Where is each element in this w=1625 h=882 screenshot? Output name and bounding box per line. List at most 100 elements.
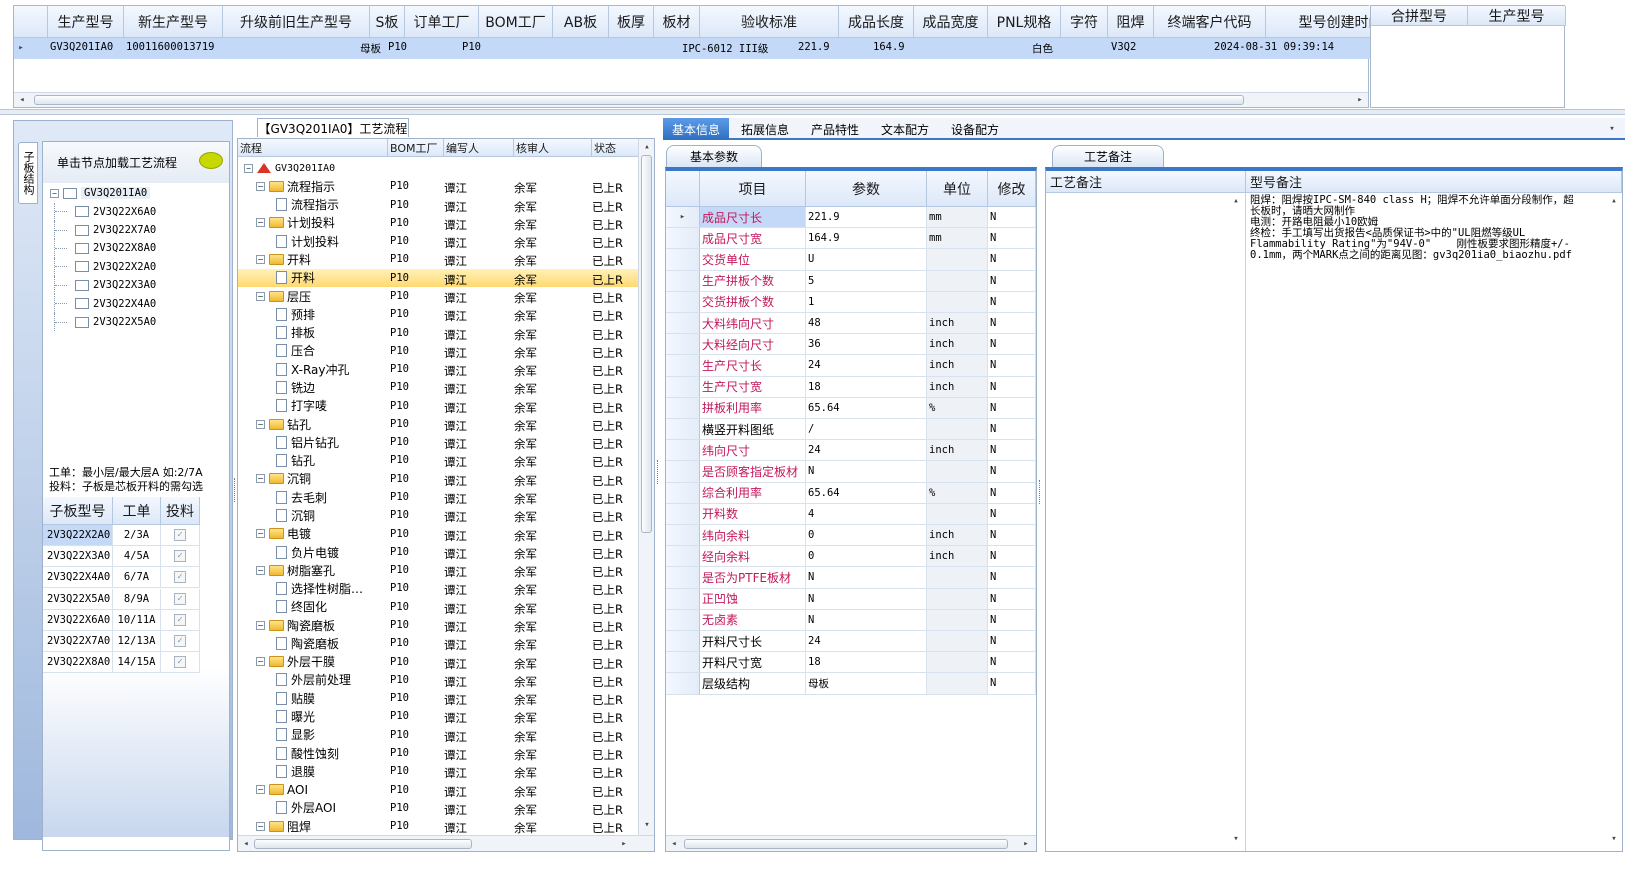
process-name-cell[interactable]: 贴膜 xyxy=(238,689,388,707)
process-reviewer[interactable]: 余军 xyxy=(514,308,537,324)
process-reviewer[interactable]: 余军 xyxy=(514,692,537,708)
process-row[interactable]: 钻孔 P10 谭江 余军 已上R xyxy=(238,451,638,469)
process-row[interactable]: 退膜 P10 谭江 余军 已上R xyxy=(238,762,638,780)
top-col-14[interactable]: 阻焊 xyxy=(1108,6,1154,38)
param-row[interactable]: 开料尺寸宽 18 N xyxy=(666,652,1036,674)
process-status[interactable]: 已上R xyxy=(592,345,638,361)
top-grid-row[interactable]: ▸ GV3Q201IA0 10011600013719 母板 P10 P10 I… xyxy=(14,38,1370,59)
process-vscroll[interactable]: ▴ ▾ xyxy=(638,139,654,835)
param-modify[interactable]: N xyxy=(988,291,1036,313)
process-row[interactable]: 打字唛 P10 谭江 余军 已上R xyxy=(238,397,638,415)
param-value[interactable]: 24 xyxy=(806,631,927,653)
process-row[interactable]: − 树脂塞孔 P10 谭江 余军 已上R xyxy=(238,561,638,579)
tree-child-node[interactable]: 2V3Q22X3A0 xyxy=(54,276,228,295)
process-writer[interactable]: 谭江 xyxy=(444,253,467,269)
process-status[interactable]: 已上R xyxy=(592,217,638,233)
collapse-icon[interactable]: − xyxy=(256,218,265,228)
feed-checkbox[interactable]: ✓ xyxy=(174,613,186,626)
basic-hscroll[interactable]: ◂ ▸ xyxy=(666,835,1036,851)
process-writer[interactable]: 谭江 xyxy=(444,637,467,653)
process-writer[interactable]: 谭江 xyxy=(444,436,467,452)
param-row[interactable]: 生产尺寸宽 18 inch N xyxy=(666,376,1036,398)
process-row[interactable]: − 计划投料 P10 谭江 余军 已上R xyxy=(238,214,638,232)
process-factory[interactable]: P10 xyxy=(390,400,409,412)
tab-product-features[interactable]: 产品特性 xyxy=(800,118,870,140)
process-reviewer[interactable]: 余军 xyxy=(514,528,537,544)
tab-text-recipe[interactable]: 文本配方 xyxy=(870,118,940,140)
process-writer[interactable]: 谭江 xyxy=(444,345,467,361)
process-writer[interactable]: 谭江 xyxy=(444,747,467,763)
tree-root-node[interactable]: − GV3Q201IA0 xyxy=(50,184,228,203)
process-row[interactable]: 排板 P10 谭江 余军 已上R xyxy=(238,324,638,342)
process-row[interactable]: − 外层干膜 P10 谭江 余军 已上R xyxy=(238,653,638,671)
param-row[interactable]: 大料经向尺寸 36 inch N xyxy=(666,334,1036,356)
process-status[interactable]: 已上R xyxy=(592,436,638,452)
process-status[interactable]: 已上R xyxy=(592,546,638,562)
sub-row[interactable]: 2V3Q22X5A0 8/9A ✓ xyxy=(43,588,200,610)
param-modify[interactable]: N xyxy=(988,313,1036,335)
process-name-cell[interactable]: 退膜 xyxy=(238,762,388,780)
tab-basic-info[interactable]: 基本信息 xyxy=(663,118,729,140)
process-name-cell[interactable]: 沉铜 xyxy=(238,506,388,524)
col-unit[interactable]: 单位 xyxy=(927,171,988,207)
top-col-10[interactable]: 成品长度 xyxy=(839,6,914,38)
top-col-12[interactable]: PNL规格 xyxy=(988,6,1061,38)
process-writer[interactable]: 谭江 xyxy=(444,217,467,233)
process-name-cell[interactable]: − 阻焊 xyxy=(238,817,388,835)
top-col-8[interactable]: 板材 xyxy=(654,6,700,38)
top-col-13[interactable]: 字符 xyxy=(1061,6,1108,38)
param-modify[interactable]: N xyxy=(988,588,1036,610)
right-splitter[interactable] xyxy=(1039,480,1043,504)
sub-row[interactable]: 2V3Q22X2A0 2/3A ✓ xyxy=(43,525,200,546)
param-item[interactable]: 开料数 xyxy=(700,503,806,525)
process-writer[interactable]: 谭江 xyxy=(444,674,467,690)
process-status[interactable]: 已上R xyxy=(592,582,638,598)
param-unit[interactable] xyxy=(927,567,988,589)
process-writer[interactable]: 谭江 xyxy=(444,327,467,343)
param-modify[interactable]: N xyxy=(988,376,1036,398)
process-row[interactable]: 外层AOI P10 谭江 余军 已上R xyxy=(238,799,638,817)
top-col-7[interactable]: 板厚 xyxy=(609,6,654,38)
process-name-cell[interactable]: 曝光 xyxy=(238,707,388,725)
process-status[interactable]: 已上R xyxy=(592,729,638,745)
tree-child-node[interactable]: 2V3Q22X8A0 xyxy=(54,239,228,258)
process-factory[interactable]: P10 xyxy=(390,528,409,540)
process-row[interactable]: 预排 P10 谭江 余军 已上R xyxy=(238,305,638,323)
process-factory[interactable]: P10 xyxy=(390,473,409,485)
tree-child-node[interactable]: 2V3Q22X6A0 xyxy=(54,202,228,221)
process-name-cell[interactable]: X-Ray冲孔 xyxy=(238,360,388,378)
process-factory[interactable]: P10 xyxy=(390,491,409,503)
feed-checkbox[interactable]: ✓ xyxy=(174,550,186,563)
top-splitter[interactable] xyxy=(0,109,1625,115)
process-writer[interactable]: 谭江 xyxy=(444,765,467,781)
param-item[interactable]: 拼板利用率 xyxy=(700,397,806,419)
process-col-3[interactable]: 核审人 xyxy=(514,139,592,157)
process-name-cell[interactable]: 钻孔 xyxy=(238,451,388,469)
collapse-icon[interactable]: − xyxy=(256,474,265,484)
sub-row-order[interactable]: 14/15A xyxy=(113,652,161,674)
cell-customer[interactable]: V3Q2 xyxy=(1111,41,1136,53)
basic-hscroll-thumb[interactable] xyxy=(684,839,1008,849)
side-col-model[interactable]: 生产型号 xyxy=(1468,6,1566,26)
param-value[interactable]: 36 xyxy=(806,334,927,356)
process-reviewer[interactable]: 余军 xyxy=(514,454,537,470)
top-col-0[interactable]: 生产型号 xyxy=(48,6,124,38)
param-row[interactable]: 生产尺寸长 24 inch N xyxy=(666,355,1036,377)
process-reviewer[interactable]: 余军 xyxy=(514,327,537,343)
param-unit[interactable] xyxy=(927,609,988,631)
param-modify[interactable]: N xyxy=(988,207,1036,229)
param-unit[interactable] xyxy=(927,419,988,441)
param-item[interactable]: 经向余料 xyxy=(700,546,806,568)
feed-checkbox[interactable]: ✓ xyxy=(174,529,186,541)
param-row[interactable]: 开料尺寸长 24 N xyxy=(666,631,1036,653)
process-writer[interactable]: 谭江 xyxy=(444,729,467,745)
process-reviewer[interactable]: 余军 xyxy=(514,820,537,836)
process-status[interactable]: 已上R xyxy=(592,308,638,324)
param-value[interactable]: N xyxy=(806,567,927,589)
process-name-cell[interactable]: 终固化 xyxy=(238,598,388,616)
process-writer[interactable]: 谭江 xyxy=(444,564,467,580)
process-writer[interactable]: 谭江 xyxy=(444,199,467,215)
collapse-icon[interactable]: − xyxy=(256,291,265,301)
param-item[interactable]: 开料尺寸长 xyxy=(700,631,806,653)
process-status[interactable]: 已上R xyxy=(592,400,638,416)
